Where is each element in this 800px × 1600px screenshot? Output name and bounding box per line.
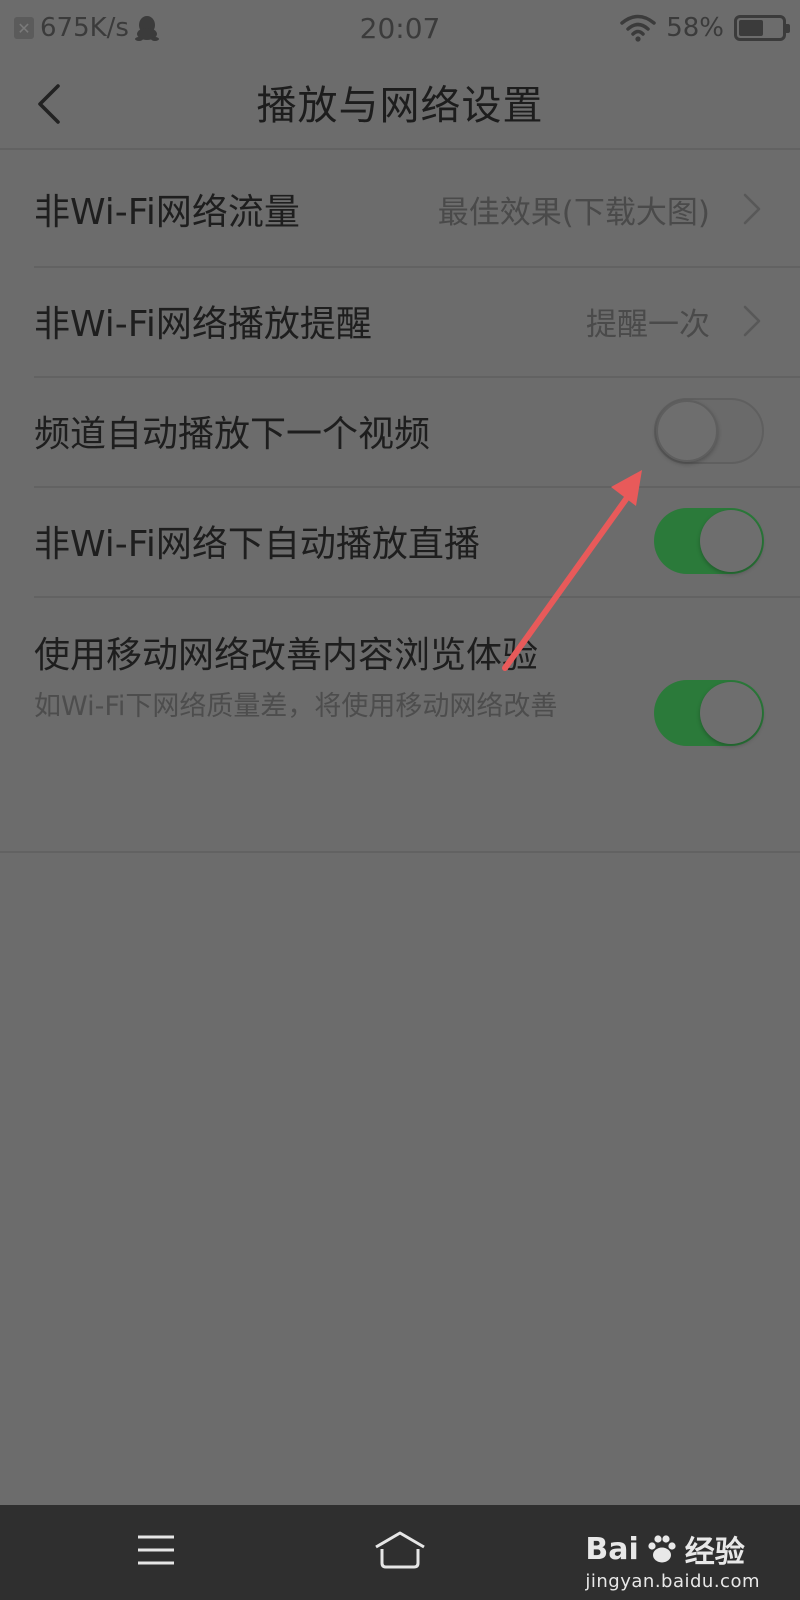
setting-label: 非Wi-Fi网络播放提醒 xyxy=(34,304,372,345)
setting-label: 非Wi-Fi网络流量 xyxy=(34,192,300,233)
qq-penguin-icon xyxy=(134,16,159,41)
toggle-knob xyxy=(700,682,762,744)
page-title: 播放与网络设置 xyxy=(256,83,544,129)
setting-row-traffic[interactable]: 非Wi-Fi网络流量 最佳效果(下载大图) xyxy=(0,152,800,266)
watermark-url: jingyan.baidu.com xyxy=(585,1571,760,1592)
wifi-icon xyxy=(620,14,656,42)
watermark-brand-right: 经验 xyxy=(684,1535,745,1570)
status-right: 58% xyxy=(620,13,790,43)
paw-icon xyxy=(648,1535,676,1563)
setting-text-group: 使用移动网络改善内容浏览体验 如Wi-Fi下网络质量差，将使用移动网络改善 xyxy=(34,630,574,724)
setting-value: 提醒一次 xyxy=(586,306,710,343)
autoplay-next-toggle[interactable] xyxy=(654,398,764,464)
setting-label: 使用移动网络改善内容浏览体验 xyxy=(34,635,539,676)
chevron-right-icon xyxy=(743,305,761,337)
nav-bar: 播放与网络设置 xyxy=(0,56,800,150)
status-left: ✕ 675K/s xyxy=(14,13,314,43)
setting-description: 如Wi-Fi下网络质量差，将使用移动网络改善 xyxy=(34,691,558,722)
settings-list: 非Wi-Fi网络流量 最佳效果(下载大图) 非Wi-Fi网络播放提醒 提醒一次 … xyxy=(0,152,800,842)
network-speed: 675K/s xyxy=(40,13,129,43)
baidu-jingyan-watermark: Bai 经验 jingyan.baidu.com xyxy=(585,1527,760,1593)
notification-x-icon: ✕ xyxy=(14,17,34,39)
setting-label: 非Wi-Fi网络下自动播放直播 xyxy=(34,524,480,565)
system-nav-bar: Bai 经验 jingyan.baidu.com xyxy=(0,1505,800,1600)
mobile-assist-toggle[interactable] xyxy=(654,680,764,746)
setting-row-autoplay-next: 频道自动播放下一个视频 xyxy=(0,376,800,486)
watermark-brand-left: Bai xyxy=(585,1531,639,1567)
chevron-right-icon xyxy=(743,193,761,225)
setting-row-autoplay-live: 非Wi-Fi网络下自动播放直播 xyxy=(0,486,800,596)
battery-icon xyxy=(734,15,790,41)
status-bar: ✕ 675K/s 20:07 58% xyxy=(0,0,800,56)
setting-row-reminder[interactable]: 非Wi-Fi网络播放提醒 提醒一次 xyxy=(0,266,800,376)
watermark-brand: Bai 经验 xyxy=(585,1527,760,1571)
setting-label: 频道自动播放下一个视频 xyxy=(34,414,431,455)
toggle-knob xyxy=(656,400,718,462)
battery-level xyxy=(739,20,764,36)
autoplay-live-toggle[interactable] xyxy=(654,508,764,574)
chevron-left-icon[interactable] xyxy=(28,78,78,128)
home-icon[interactable] xyxy=(370,1525,430,1575)
list-bottom-divider xyxy=(0,851,800,853)
setting-row-mobile-assist: 使用移动网络改善内容浏览体验 如Wi-Fi下网络质量差，将使用移动网络改善 xyxy=(0,596,800,842)
battery-percent: 58% xyxy=(666,13,724,43)
toggle-knob xyxy=(700,510,762,572)
setting-value: 最佳效果(下载大图) xyxy=(437,194,710,231)
menu-icon[interactable] xyxy=(126,1525,186,1575)
